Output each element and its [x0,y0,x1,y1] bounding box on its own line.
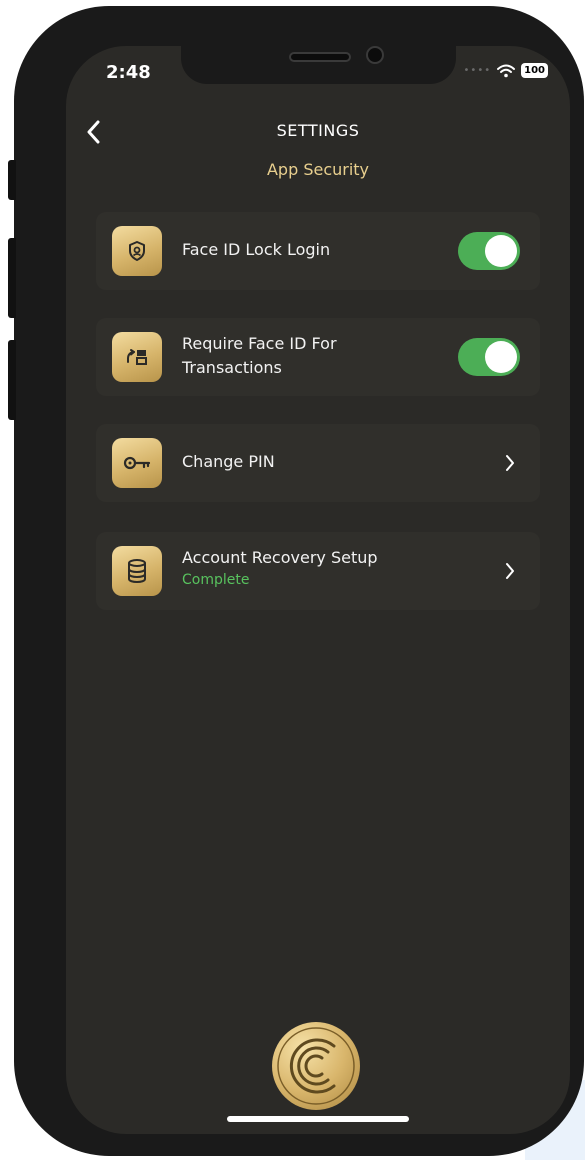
key-icon [112,438,162,488]
toggle-knob [485,235,517,267]
status-time: 2:48 [106,62,151,83]
setting-row-face-id-transactions[interactable]: Require Face ID For Transactions [96,318,540,396]
setting-label-line2: Transactions [182,358,282,377]
page-title: SETTINGS [276,121,360,140]
setting-label: Face ID Lock Login [182,240,331,259]
brand-logo[interactable] [272,1022,360,1110]
status-badge: Complete [182,572,250,588]
shield-face-icon [112,226,162,276]
battery-indicator: 100 [521,63,548,78]
chevron-right-icon [506,455,514,471]
transfer-icon [112,332,162,382]
setting-label-line1: Require Face ID For [182,334,337,353]
chevron-right-icon [506,563,514,579]
app-screen: 2:48 •••• 100 SETTINGS App Security Face… [66,46,570,1134]
status-indicators: •••• 100 [464,63,548,78]
setting-row-account-recovery[interactable]: Account Recovery Setup Complete [96,532,540,610]
page-subtitle: App Security [266,160,370,179]
speaker [289,52,351,62]
volume-down-button [8,340,16,420]
notch [181,46,456,84]
front-camera [366,46,384,64]
face-id-login-toggle[interactable] [458,232,520,270]
wifi-icon [497,64,516,77]
setting-label: Change PIN [182,452,275,471]
setting-row-change-pin[interactable]: Change PIN [96,424,540,502]
toggle-knob [485,341,517,373]
database-icon [112,546,162,596]
home-indicator[interactable] [227,1116,409,1122]
setting-row-face-id-login[interactable]: Face ID Lock Login [96,212,540,290]
volume-up-button [8,238,16,318]
mute-switch [8,160,16,200]
setting-label: Account Recovery Setup [182,548,378,567]
signal-icon: •••• [463,65,492,76]
phone-frame: 2:48 •••• 100 SETTINGS App Security Face… [8,6,584,1156]
face-id-transactions-toggle[interactable] [458,338,520,376]
